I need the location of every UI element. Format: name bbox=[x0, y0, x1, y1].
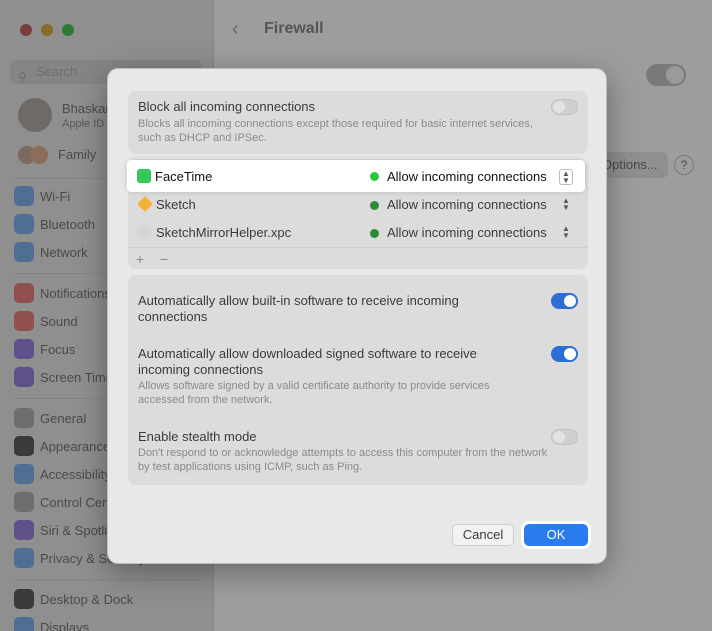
sidebar-item-accessibility[interactable]: Accessibility bbox=[14, 463, 111, 485]
add-remove-bar: + − bbox=[128, 247, 588, 269]
sidebar-item-appearance[interactable]: Appearance bbox=[14, 435, 110, 457]
user-name: Bhaskar bbox=[62, 101, 110, 116]
sidebar-item-general[interactable]: General bbox=[14, 407, 86, 429]
close-window-button[interactable] bbox=[20, 24, 32, 36]
xpc-app-icon bbox=[138, 225, 152, 239]
sidebar-item-wifi[interactable]: Wi-Fi bbox=[14, 185, 70, 207]
sidebar-item-bluetooth[interactable]: Bluetooth bbox=[14, 213, 95, 235]
desktop-dock-icon bbox=[14, 589, 34, 609]
ok-button[interactable]: OK bbox=[524, 524, 588, 546]
sidebar-item-family[interactable]: Family bbox=[58, 147, 96, 162]
auto-signed-description: Allows software signed by a valid certif… bbox=[138, 380, 490, 406]
auto-builtin-title: Automatically allow built-in software to… bbox=[138, 293, 459, 324]
back-chevron-icon[interactable]: ‹ bbox=[232, 18, 239, 41]
auto-builtin-toggle[interactable] bbox=[551, 293, 578, 309]
notifications-icon bbox=[14, 283, 34, 303]
stealth-mode-toggle[interactable] bbox=[551, 429, 578, 445]
window-title: Firewall bbox=[264, 20, 324, 37]
help-button[interactable]: ? bbox=[674, 155, 694, 175]
block-all-group: Block all incoming connections Blocks al… bbox=[128, 91, 588, 154]
up-down-chevron-icon[interactable]: ▲ ▼ bbox=[560, 225, 572, 241]
focus-icon bbox=[14, 339, 34, 359]
block-all-toggle[interactable] bbox=[551, 99, 578, 115]
search-placeholder: Search bbox=[36, 64, 78, 79]
up-down-chevron-icon[interactable]: ▲ ▼ bbox=[560, 197, 572, 213]
sidebar-item-network[interactable]: Network bbox=[14, 241, 88, 263]
wifi-icon bbox=[14, 186, 34, 206]
add-app-button[interactable]: + bbox=[136, 251, 144, 267]
zoom-window-button[interactable] bbox=[62, 24, 74, 36]
sidebar-item-displays[interactable]: Displays bbox=[14, 616, 89, 631]
status-dot bbox=[370, 201, 379, 210]
auto-allow-group: Automatically allow built-in software to… bbox=[128, 275, 588, 485]
stealth-mode-title: Enable stealth mode bbox=[138, 429, 257, 444]
remove-app-button[interactable]: − bbox=[160, 251, 168, 267]
sidebar-item-notifications[interactable]: Notifications bbox=[14, 282, 111, 304]
app-name: SketchMirrorHelper.xpc bbox=[156, 225, 292, 240]
connection-status-select[interactable]: Allow incoming connections bbox=[387, 169, 547, 184]
auto-signed-title: Automatically allow downloaded signed so… bbox=[138, 346, 477, 377]
app-name: Sketch bbox=[156, 197, 196, 212]
sidebar-item-screen-time[interactable]: Screen Time bbox=[14, 366, 113, 388]
facetime-icon bbox=[137, 169, 151, 183]
user-subtitle: Apple ID bbox=[62, 118, 105, 130]
status-dot bbox=[370, 172, 379, 181]
displays-icon bbox=[14, 617, 34, 631]
control-centre-icon bbox=[14, 492, 34, 512]
screen-time-icon bbox=[14, 367, 34, 387]
appearance-icon bbox=[14, 436, 34, 456]
search-icon: ⚲ bbox=[18, 70, 27, 84]
sketch-icon bbox=[137, 196, 153, 212]
sidebar-divider bbox=[12, 579, 202, 580]
connection-status-select[interactable]: Allow incoming connections bbox=[387, 225, 547, 240]
status-dot bbox=[370, 229, 379, 238]
block-all-title: Block all incoming connections bbox=[138, 99, 316, 114]
gear-icon bbox=[14, 408, 34, 428]
up-down-chevron-icon[interactable]: ▲ ▼ bbox=[559, 169, 573, 185]
bluetooth-icon bbox=[14, 214, 34, 234]
sidebar-item-sound[interactable]: Sound bbox=[14, 310, 78, 332]
siri-icon bbox=[14, 520, 34, 540]
connection-status-select[interactable]: Allow incoming connections bbox=[387, 197, 547, 212]
auto-signed-toggle[interactable] bbox=[551, 346, 578, 362]
sidebar-item-desktop-dock[interactable]: Desktop & Dock bbox=[14, 588, 133, 610]
block-all-description: Blocks all incoming connections except t… bbox=[138, 118, 533, 144]
accessibility-icon bbox=[14, 464, 34, 484]
sidebar-item-focus[interactable]: Focus bbox=[14, 338, 75, 360]
family-icon bbox=[18, 146, 48, 164]
cancel-button[interactable]: Cancel bbox=[452, 524, 514, 546]
privacy-hand-icon bbox=[14, 548, 34, 568]
firewall-toggle[interactable] bbox=[646, 64, 686, 86]
app-row-sketchmirrorhelper[interactable]: SketchMirrorHelper.xpc Allow incoming co… bbox=[128, 219, 588, 247]
app-name: FaceTime bbox=[155, 169, 213, 184]
firewall-options-dialog: Block all incoming connections Blocks al… bbox=[107, 68, 607, 564]
user-avatar[interactable] bbox=[18, 98, 52, 132]
app-row-sketch[interactable]: Sketch Allow incoming connections ▲ ▼ bbox=[128, 191, 588, 219]
app-row-facetime[interactable]: FaceTime Allow incoming connections ▲ ▼ bbox=[129, 162, 583, 190]
network-icon bbox=[14, 242, 34, 262]
minimize-window-button[interactable] bbox=[41, 24, 53, 36]
stealth-mode-description: Don't respond to or acknowledge attempts… bbox=[138, 447, 548, 473]
sound-icon bbox=[14, 311, 34, 331]
